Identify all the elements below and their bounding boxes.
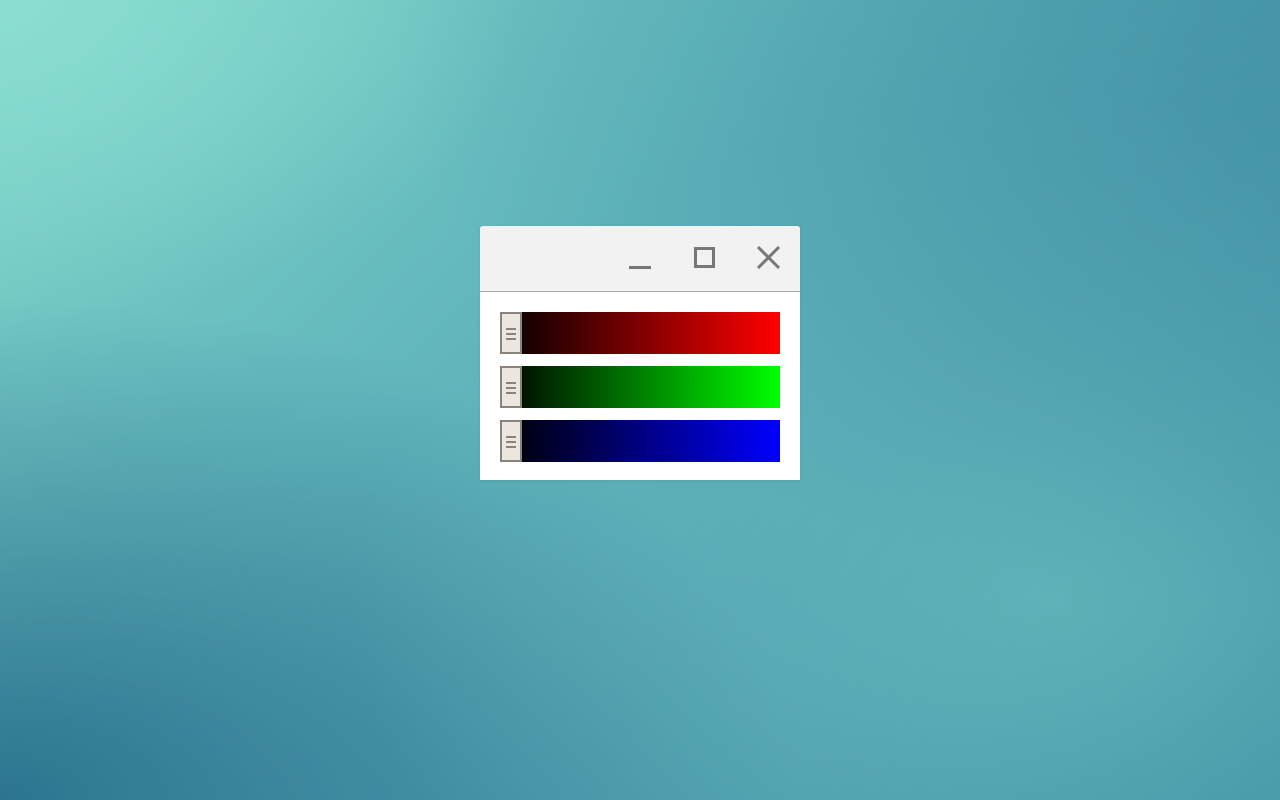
red-channel-slider[interactable] [500, 312, 780, 354]
desktop-background [0, 0, 1280, 800]
maximize-button[interactable] [688, 242, 720, 274]
grip-icon [506, 382, 516, 384]
minimize-icon [629, 266, 651, 269]
grip-icon [506, 338, 516, 340]
close-icon [756, 245, 781, 270]
grip-icon [506, 441, 516, 443]
maximize-icon [694, 247, 715, 268]
grip-icon [506, 392, 516, 394]
window-titlebar[interactable] [480, 226, 800, 292]
red-slider-thumb[interactable] [500, 312, 522, 354]
grip-icon [506, 436, 516, 438]
window-content [480, 292, 800, 480]
green-slider-thumb[interactable] [500, 366, 522, 408]
close-button[interactable] [752, 242, 784, 274]
blue-slider-thumb[interactable] [500, 420, 522, 462]
grip-icon [506, 333, 516, 335]
red-slider-track[interactable] [500, 312, 780, 354]
grip-icon [506, 387, 516, 389]
green-channel-slider[interactable] [500, 366, 780, 408]
blue-slider-track[interactable] [500, 420, 780, 462]
green-slider-track[interactable] [500, 366, 780, 408]
grip-icon [506, 446, 516, 448]
blue-channel-slider[interactable] [500, 420, 780, 462]
rgb-slider-window [480, 226, 800, 480]
grip-icon [506, 328, 516, 330]
minimize-button[interactable] [624, 242, 656, 274]
